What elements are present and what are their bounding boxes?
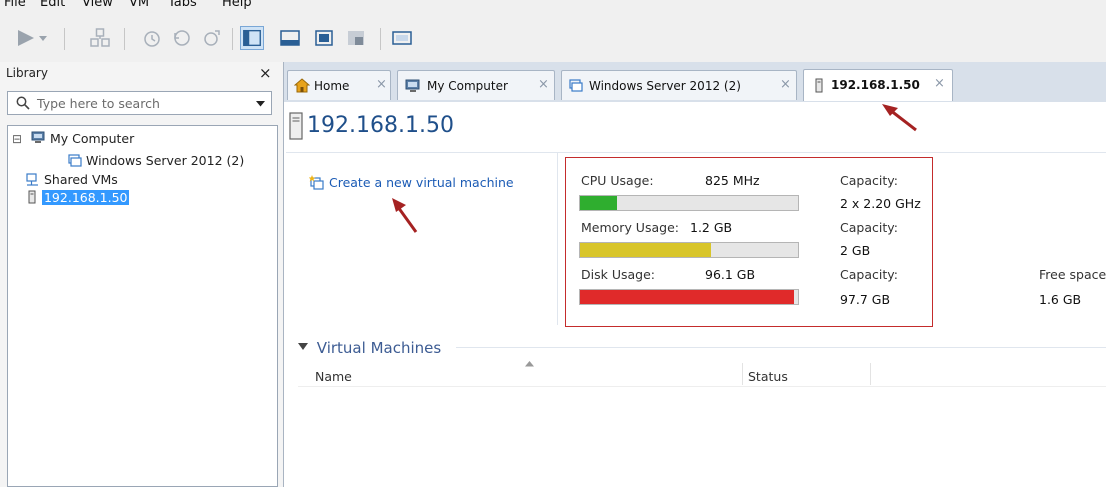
tab-label: 192.168.1.50 <box>831 78 920 92</box>
toolbar <box>0 16 1106 62</box>
library-tree: ⊟ My Computer Windows Server 2012 (2) Sh… <box>7 125 278 487</box>
cpu-capacity-label: Capacity: <box>840 173 898 188</box>
column-divider[interactable] <box>870 363 871 385</box>
memory-usage-label: Memory Usage: <box>581 220 679 235</box>
memory-capacity-value: 2 GB <box>840 243 871 258</box>
console-view-icon[interactable] <box>390 26 414 50</box>
chevron-down-icon <box>298 343 308 350</box>
tab-windows-server[interactable]: Windows Server 2012 (2) × <box>561 70 797 100</box>
memory-capacity-label: Capacity: <box>840 220 898 235</box>
tab-label: My Computer <box>427 79 508 93</box>
disk-usage-label: Disk Usage: <box>581 267 655 282</box>
page-title: 192.168.1.50 <box>307 113 454 138</box>
sort-ascending-icon <box>525 361 534 367</box>
tab-label: Windows Server 2012 (2) <box>589 79 741 93</box>
create-vm-label: Create a new virtual machine <box>328 175 514 190</box>
panel-divider <box>557 153 558 325</box>
memory-usage-value: 1.2 GB <box>690 220 733 235</box>
disk-usage-fill <box>580 290 794 304</box>
column-header-status[interactable]: Status <box>748 369 788 384</box>
create-vm-link[interactable]: Create a new virtual machine <box>308 175 514 190</box>
snapshot-icon[interactable] <box>140 26 164 50</box>
collapse-toggle[interactable]: ⊟ <box>12 130 24 148</box>
computer-icon <box>31 131 45 143</box>
memory-usage-fill <box>580 243 711 257</box>
menu-tabs[interactable]: Tabs <box>168 0 197 10</box>
tab-label: Home <box>314 79 350 93</box>
section-title: Virtual Machines <box>316 339 442 357</box>
library-title: Library <box>6 66 48 80</box>
tab-home[interactable]: Home × <box>287 70 391 100</box>
new-vm-icon <box>308 175 324 190</box>
chevron-down-icon[interactable] <box>36 26 50 50</box>
toolbar-divider <box>380 28 381 50</box>
server-icon <box>815 78 823 93</box>
tree-item-label: Windows Server 2012 (2) <box>85 153 245 168</box>
cpu-usage-value: 825 MHz <box>705 173 760 188</box>
column-divider[interactable] <box>742 363 743 385</box>
tree-item-my-computer[interactable]: ⊟ My Computer <box>12 130 134 148</box>
close-tab-button[interactable]: × <box>538 77 549 92</box>
computer-icon <box>405 79 420 92</box>
column-header-name[interactable]: Name <box>315 369 352 384</box>
library-search-input[interactable]: Type here to search <box>7 91 272 115</box>
power-on-icon[interactable] <box>14 26 38 50</box>
shared-vms-icon <box>26 173 38 186</box>
toolbar-divider <box>124 28 125 50</box>
tab-remote-host[interactable]: 192.168.1.50 × <box>803 69 953 101</box>
annotation-arrow-icon <box>392 198 418 233</box>
disk-free-value: 1.6 GB <box>1039 292 1082 307</box>
tab-my-computer[interactable]: My Computer × <box>397 70 555 100</box>
chevron-down-icon[interactable] <box>256 101 265 107</box>
cpu-usage-fill <box>580 196 618 210</box>
cpu-usage-label: CPU Usage: <box>581 173 654 188</box>
show-library-icon[interactable] <box>240 26 264 50</box>
table-header-divider <box>298 386 1106 387</box>
revert-snapshot-icon[interactable] <box>170 26 194 50</box>
toolbar-divider <box>232 28 233 50</box>
virtual-machine-icon <box>68 154 82 167</box>
virtual-machines-section-header[interactable]: Virtual Machines <box>298 339 441 357</box>
memory-usage-bar <box>579 242 799 258</box>
thumbnail-bar-icon[interactable] <box>278 26 302 50</box>
close-tab-button[interactable]: × <box>780 77 791 92</box>
tree-item-label: My Computer <box>49 131 135 146</box>
tree-item-shared-vms[interactable]: Shared VMs <box>26 171 118 189</box>
disk-usage-value: 96.1 GB <box>705 267 756 282</box>
tree-item-label: Shared VMs <box>43 172 118 187</box>
network-icon[interactable] <box>88 26 112 50</box>
disk-usage-bar <box>579 289 799 305</box>
server-icon <box>289 112 303 140</box>
disk-capacity-value: 97.7 GB <box>840 292 891 307</box>
annotation-arrow-icon <box>882 104 917 132</box>
menu-vm[interactable]: VM <box>129 0 149 10</box>
search-placeholder: Type here to search <box>37 96 160 111</box>
disk-free-label: Free space <box>1039 267 1106 282</box>
unity-icon[interactable] <box>344 26 368 50</box>
cpu-capacity-value: 2 x 2.20 GHz <box>840 196 921 211</box>
menu-view[interactable]: View <box>82 0 113 10</box>
menu-bar: File Edit View VM Tabs Help <box>0 0 1106 16</box>
cpu-usage-bar <box>579 195 799 211</box>
tree-item-label-selected: 192.168.1.50 <box>41 190 130 205</box>
close-tab-button[interactable]: × <box>934 76 945 91</box>
home-icon <box>294 78 310 93</box>
full-screen-icon[interactable] <box>312 26 336 50</box>
close-tab-button[interactable]: × <box>376 77 387 92</box>
tree-item-remote-host[interactable]: 192.168.1.50 <box>26 189 130 207</box>
server-icon <box>28 190 36 204</box>
virtual-machine-icon <box>569 79 583 92</box>
disk-capacity-label: Capacity: <box>840 267 898 282</box>
library-close-button[interactable]: × <box>259 64 272 82</box>
tree-item-windows-server[interactable]: Windows Server 2012 (2) <box>68 152 244 170</box>
menu-file[interactable]: File <box>4 0 26 10</box>
search-icon <box>16 96 30 110</box>
snapshot-manager-icon[interactable] <box>200 26 224 50</box>
toolbar-divider <box>64 28 65 50</box>
menu-edit[interactable]: Edit <box>40 0 65 10</box>
menu-help[interactable]: Help <box>222 0 252 10</box>
header-divider <box>286 152 1106 153</box>
section-divider <box>456 347 1106 348</box>
tab-strip: Home × My Computer × Windows Server 2012… <box>284 62 1106 102</box>
